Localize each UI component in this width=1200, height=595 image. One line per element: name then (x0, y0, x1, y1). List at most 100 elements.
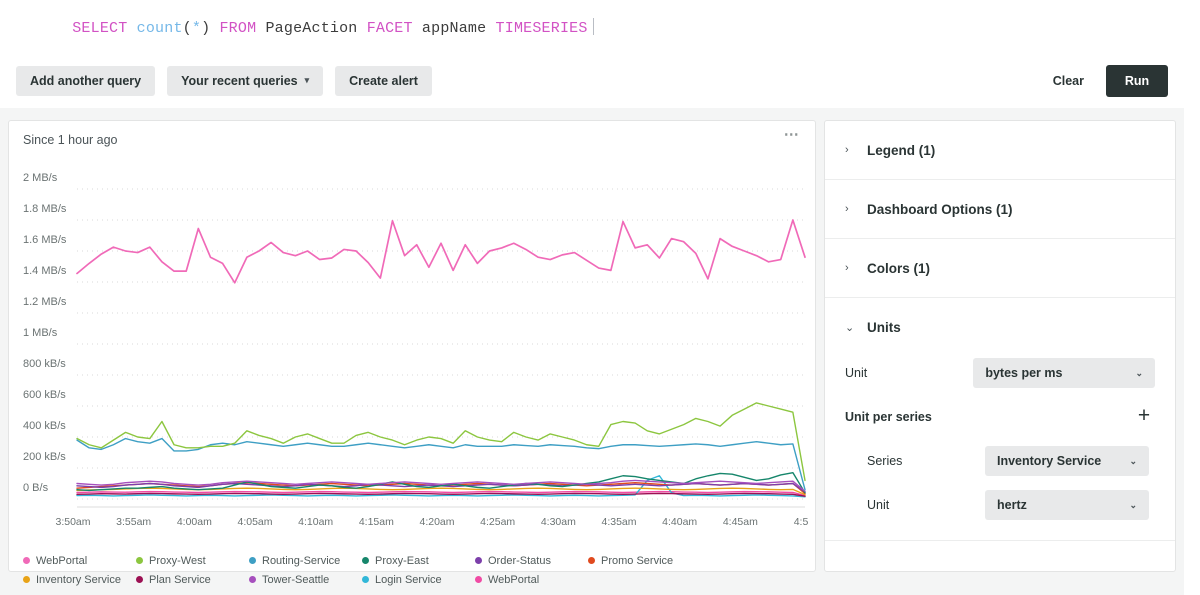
legend-item[interactable]: WebPortal (475, 570, 588, 589)
nrql-query-input[interactable]: SELECT count(*) FROM PageAction FACET ap… (17, 1, 594, 54)
x-axis-tick-label: 4:25am (480, 516, 515, 528)
settings-section-header[interactable]: ⌄ Units (845, 298, 1155, 356)
settings-section-title: Units (867, 320, 901, 335)
chart-plot-area[interactable]: 2 MB/s1.8 MB/s1.6 MB/s1.4 MB/s1.2 MB/s1 … (9, 155, 817, 573)
legend-item[interactable]: Proxy-East (362, 551, 475, 570)
legend-item[interactable]: Promo Service (588, 551, 701, 570)
settings-section: ›Legend (1) (825, 121, 1175, 180)
legend-color-dot (362, 557, 369, 564)
unit-per-series-label: Unit per series (845, 410, 932, 424)
x-axis-tick-label: 4:05am (237, 516, 272, 528)
x-axis-tick-label: 4:30am (541, 516, 576, 528)
chevron-down-icon: ⌄ (1129, 500, 1137, 511)
legend-item-label: Plan Service (149, 574, 211, 586)
settings-section-header[interactable]: › Dashboard Options (1) (845, 180, 1155, 238)
clear-button[interactable]: Clear (1039, 66, 1098, 96)
settings-section: ⌄ Units Unitbytes per ms⌄ Unit per series + S… (825, 298, 1175, 541)
units-section-body: Unitbytes per ms⌄Unit per series+SeriesI… (845, 356, 1155, 540)
legend-item-label: Promo Service (601, 555, 673, 567)
legend-color-dot (475, 557, 482, 564)
legend-item-label: Inventory Service (36, 574, 121, 586)
query-editor-bar[interactable]: SELECT count(*) FROM PageAction FACET ap… (0, 0, 1184, 54)
chevron-right-icon: › (845, 144, 853, 156)
y-axis-tick-label: 1.6 MB/s (23, 234, 67, 246)
y-axis-tick-label: 400 kB/s (23, 420, 66, 432)
x-axis-tick-label: 4:5 (794, 516, 809, 528)
x-axis-tick-label: 4:35am (601, 516, 636, 528)
query-token-5: ) (201, 20, 210, 37)
unit-per-series-row: Unit per series + (845, 400, 1155, 434)
settings-section-header[interactable]: › Colors (1) (845, 239, 1155, 297)
legend-item[interactable]: Plan Service (136, 570, 249, 589)
right-gutter (1184, 0, 1200, 595)
legend-item-label: Proxy-East (375, 555, 429, 567)
series-line (77, 403, 805, 481)
x-axis-tick-label: 4:10am (298, 516, 333, 528)
query-token-13: appName (422, 20, 486, 37)
chevron-down-icon: ▾ (305, 75, 310, 86)
unit-select-value: bytes per ms (985, 366, 1125, 380)
add-another-query-button[interactable]: Add another query (16, 66, 155, 96)
chevron-right-icon: › (845, 262, 853, 274)
ellipsis-icon[interactable]: ⋯ (781, 130, 803, 148)
settings-section: › Colors (1) (825, 239, 1175, 298)
unit-row: Unitbytes per ms⌄ (845, 356, 1155, 390)
chevron-down-icon: ⌄ (1129, 456, 1137, 467)
legend-item[interactable]: Tower-Seattle (249, 570, 362, 589)
legend-item[interactable]: WebPortal (23, 551, 136, 570)
series-row: Series Inventory Service ⌄ (845, 444, 1155, 478)
chevron-down-icon: ⌄ (845, 321, 853, 334)
series-unit-select[interactable]: hertz⌄ (985, 490, 1149, 520)
legend-color-dot (136, 557, 143, 564)
x-axis-tick-label: 4:40am (662, 516, 697, 528)
legend-item[interactable]: Order-Status (475, 551, 588, 570)
query-token-4: * (192, 20, 201, 37)
unit-select[interactable]: bytes per ms⌄ (973, 358, 1155, 388)
create-alert-label: Create alert (349, 74, 418, 88)
legend-item-label: WebPortal (36, 555, 87, 567)
results-area: Since 1 hour ago ⋯ 2 MB/s1.8 MB/s1.6 MB/… (0, 108, 1184, 595)
series-select-value: Inventory Service (997, 454, 1119, 468)
recent-queries-label: Your recent queries (181, 74, 297, 88)
x-axis-tick-label: 4:45am (723, 516, 758, 528)
series-label: Series (845, 454, 985, 468)
recent-queries-button[interactable]: Your recent queries ▾ (167, 66, 323, 96)
series-select[interactable]: Inventory Service ⌄ (985, 446, 1149, 476)
legend-item[interactable]: Inventory Service (23, 570, 136, 589)
legend-item-label: Login Service (375, 574, 442, 586)
y-axis-tick-label: 1.2 MB/s (23, 296, 67, 308)
series-unit-row: Unithertz⌄ (845, 488, 1155, 522)
create-alert-button[interactable]: Create alert (335, 66, 432, 96)
legend-item[interactable]: Routing-Service (249, 551, 362, 570)
legend-color-dot (588, 557, 595, 564)
legend-color-dot (23, 576, 30, 583)
legend-color-dot (249, 576, 256, 583)
chevron-right-icon: › (845, 203, 853, 215)
legend-color-dot (249, 557, 256, 564)
query-token-10 (358, 20, 367, 37)
legend-item[interactable]: Proxy-West (136, 551, 249, 570)
y-axis-tick-label: 200 kB/s (23, 451, 66, 463)
settings-section: › Dashboard Options (1) (825, 180, 1175, 239)
query-token-1 (127, 20, 136, 37)
add-another-query-label: Add another query (30, 74, 141, 88)
query-token-15: TIMESERIES (496, 20, 588, 37)
legend-item[interactable]: Login Service (362, 570, 475, 589)
x-axis-tick-label: 3:55am (116, 516, 151, 528)
query-token-12 (413, 20, 422, 37)
legend-color-dot (136, 576, 143, 583)
x-axis-tick-label: 3:50am (55, 516, 90, 528)
chart-card: Since 1 hour ago ⋯ 2 MB/s1.8 MB/s1.6 MB/… (8, 120, 816, 572)
settings-section-header[interactable]: ›Legend (1) (845, 121, 1155, 179)
query-token-7: FROM (219, 20, 256, 37)
settings-section-title: Colors (1) (867, 261, 930, 276)
legend-item-label: Routing-Service (262, 555, 340, 567)
settings-section-title: Dashboard Options (1) (867, 202, 1013, 217)
x-axis-tick-label: 4:20am (419, 516, 454, 528)
legend-color-dot (362, 576, 369, 583)
timeseries-line-chart: 2 MB/s1.8 MB/s1.6 MB/s1.4 MB/s1.2 MB/s1 … (9, 155, 817, 573)
plus-icon[interactable]: + (1133, 406, 1155, 428)
query-token-9: PageAction (265, 20, 357, 37)
run-button[interactable]: Run (1106, 65, 1168, 97)
legend-color-dot (475, 576, 482, 583)
